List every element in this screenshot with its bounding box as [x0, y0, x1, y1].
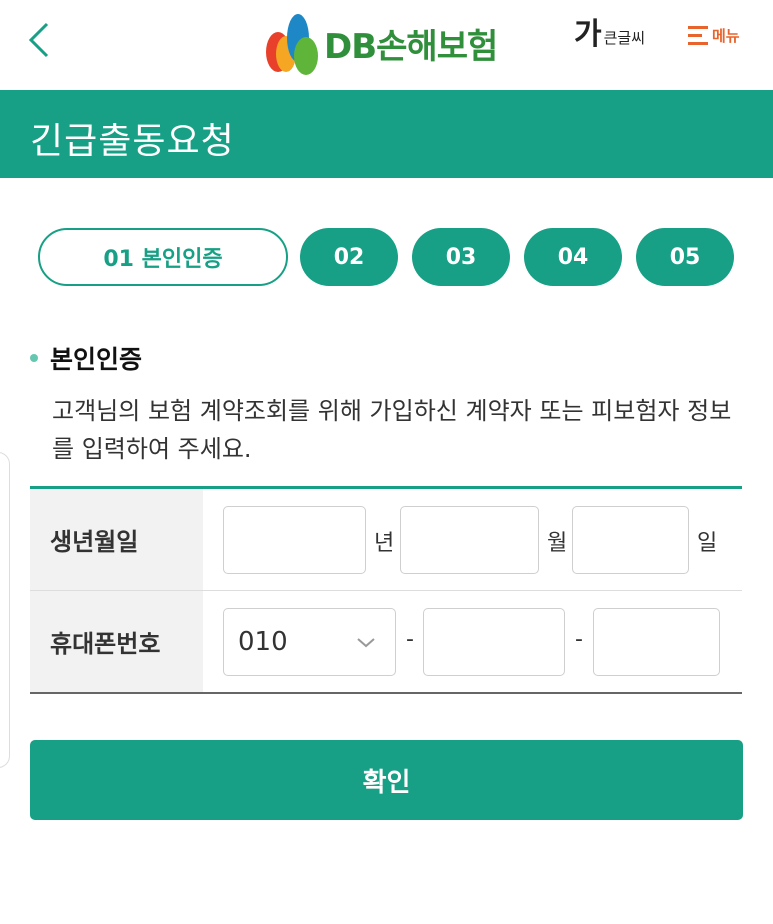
large-text-glyph: 가	[574, 17, 602, 52]
logo-text: DB손해보험	[324, 26, 498, 67]
birth-fields: 년 월 일	[203, 489, 742, 590]
birth-year-unit: 년	[374, 531, 395, 556]
menu-label: 메뉴	[712, 26, 740, 45]
birth-month-input[interactable]	[400, 506, 539, 574]
large-text-label: 큰글씨	[603, 29, 646, 47]
chevron-left-icon	[28, 22, 49, 58]
page-title-bar: 긴급출동요청	[0, 90, 773, 178]
phone-row: 휴대폰번호 010 - -	[30, 591, 742, 692]
db-logo-mark-icon	[266, 14, 318, 75]
phone-separator-1: -	[406, 627, 414, 652]
phone-fields: 010 - -	[203, 591, 742, 692]
page-title: 긴급출동요청	[30, 121, 235, 162]
bullet-dot-icon	[30, 354, 38, 362]
app-header: DB손해보험 가 큰글씨 메뉴	[0, 0, 773, 90]
confirm-button[interactable]: 확인	[30, 740, 743, 820]
identity-form: 생년월일 년 월 일 휴대폰번호 010 - -	[30, 486, 742, 694]
back-button[interactable]	[18, 18, 58, 62]
birth-day-unit: 일	[697, 531, 718, 556]
menu-button[interactable]: 메뉴	[688, 24, 740, 46]
phone-separator-2: -	[575, 627, 583, 652]
section-title: 본인인증	[50, 345, 143, 374]
phone-label: 휴대폰번호	[30, 591, 203, 692]
step-2: 02	[300, 228, 398, 286]
step-5: 05	[636, 228, 734, 286]
section-heading: 본인인증	[30, 340, 142, 376]
step-3: 03	[412, 228, 510, 286]
birth-month-unit: 월	[547, 531, 568, 556]
phone-last-input[interactable]	[593, 608, 720, 676]
phone-middle-input[interactable]	[423, 608, 565, 676]
birth-row: 생년월일 년 월 일	[30, 489, 742, 591]
chevron-down-icon	[357, 638, 375, 648]
birth-year-input[interactable]	[223, 506, 366, 574]
phone-prefix-select[interactable]: 010	[223, 608, 396, 676]
step-4: 04	[524, 228, 622, 286]
db-logo: DB손해보험	[262, 8, 498, 78]
birth-label: 생년월일	[30, 489, 203, 590]
step-1: 01 본인인증	[38, 228, 288, 286]
side-edge-handle	[0, 452, 10, 768]
phone-prefix-value: 010	[238, 627, 288, 657]
large-text-toggle[interactable]: 가 큰글씨	[574, 20, 645, 50]
hamburger-menu-icon	[688, 26, 708, 45]
section-description: 고객님의 보험 계약조회를 위해 가입하신 계약자 또는 피보험자 정보를 입력…	[52, 397, 732, 463]
step-indicator: 01 본인인증 02 03 04 05	[38, 228, 738, 290]
birth-day-input[interactable]	[572, 506, 689, 574]
